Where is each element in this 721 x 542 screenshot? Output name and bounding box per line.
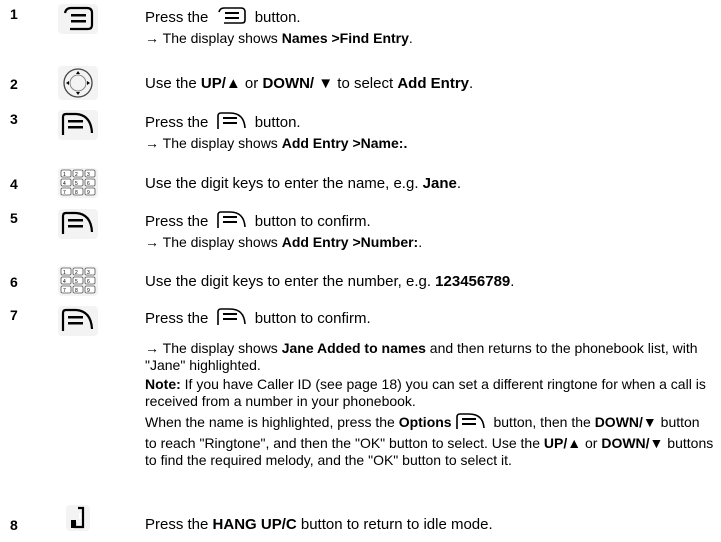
instruction-text: or [240, 75, 263, 92]
menu-button-icon [58, 4, 98, 34]
step-number: 8 [10, 517, 18, 533]
svg-text:7: 7 [63, 288, 66, 294]
left-softkey-icon [58, 306, 98, 336]
svg-text:2: 2 [75, 270, 78, 276]
result-text: → The display shows [145, 234, 282, 250]
instruction-text: Use the [145, 75, 201, 92]
svg-text:3: 3 [87, 270, 90, 276]
instruction-text: Press the [145, 516, 213, 533]
svg-text:3: 3 [87, 172, 90, 178]
ringtone-text: When the name is highlighted, press the [145, 414, 399, 430]
step-text: Press the button. → The display shows Na… [145, 6, 715, 46]
ringtone-text: button, then the [489, 414, 595, 430]
instruction-text: button. [254, 9, 301, 26]
step-number: 1 [10, 6, 18, 22]
ringtone-paragraph: When the name is highlighted, press the … [145, 412, 715, 469]
result-paragraph: → The display shows Jane Added to names … [145, 340, 715, 374]
instruction-text: button to confirm. [254, 310, 371, 327]
svg-text:4: 4 [63, 181, 66, 187]
step-number: 7 [10, 307, 18, 323]
instruction-text: Press the [145, 114, 209, 131]
punctuation: . [418, 234, 423, 250]
example-number: 123456789 [435, 273, 511, 290]
hang-up-key-label: HANG UP/C [212, 516, 297, 533]
instruction-text: button to return to idle mode. [296, 516, 493, 533]
instruction-text: Press the [145, 213, 209, 230]
note-paragraph: Note: If you have Caller ID (see page 18… [145, 376, 715, 410]
step-number: 4 [10, 176, 18, 192]
ringtone-text: or [581, 435, 602, 451]
keypad-icon: 1 2 3 4 5 6 7 8 9 [58, 168, 98, 198]
keypad-icon: 1 2 3 4 5 6 7 8 9 [58, 266, 98, 296]
step-text: Use the UP/▲ or DOWN/ ▼ to select Add En… [145, 76, 715, 92]
note-label: Note: [145, 376, 181, 392]
note-text: If you have Caller ID (see page 18) you … [145, 376, 706, 409]
instruction-text: Use the digit keys to enter the number, … [145, 273, 436, 290]
instruction-text: button to confirm. [254, 213, 371, 230]
left-softkey-icon [216, 111, 248, 135]
left-softkey-icon [58, 110, 98, 140]
instruction-text: to select [333, 75, 398, 92]
down-key-label: DOWN/ [262, 75, 315, 92]
up-key-label: UP/ [200, 75, 226, 92]
left-softkey-icon [58, 209, 98, 239]
instruction-text: button. [254, 114, 301, 131]
down-key-label: DOWN/▼ [594, 414, 657, 430]
step-text: Press the button to confirm. → The displ… [145, 307, 715, 469]
svg-text:6: 6 [87, 181, 90, 187]
svg-text:5: 5 [75, 181, 78, 187]
display-text: Add Entry >Number: [281, 234, 419, 250]
svg-text:2: 2 [75, 172, 78, 178]
svg-text:7: 7 [63, 190, 66, 196]
svg-text:9: 9 [87, 190, 90, 196]
step-text: Use the digit keys to enter the number, … [145, 274, 715, 290]
up-key-label: UP/▲ [543, 435, 582, 451]
left-softkey-icon [216, 307, 248, 331]
result-text: → The display shows [145, 135, 282, 151]
svg-text:1: 1 [63, 270, 66, 276]
step-text: Press the HANG UP/C button to return to … [145, 517, 715, 533]
punctuation: . [469, 75, 474, 92]
menu-option: Add Entry [397, 75, 469, 92]
options-label: Options [398, 414, 452, 430]
step-text: Press the button to confirm. → The displ… [145, 210, 715, 250]
svg-text:1: 1 [63, 172, 66, 178]
step-text: Press the button. → The display shows Ad… [145, 111, 715, 151]
instruction-text: Press the [145, 9, 209, 26]
menu-button-icon [216, 6, 248, 30]
up-arrow: ▲ [225, 75, 241, 92]
result-text: → The display shows [145, 30, 282, 46]
svg-text:8: 8 [75, 190, 78, 196]
step-number: 5 [10, 210, 18, 226]
step-number: 2 [10, 76, 18, 92]
step-number: 6 [10, 274, 18, 290]
hang-up-handset-icon [66, 505, 90, 531]
display-text: Jane Added to names [281, 340, 426, 356]
example-name: Jane [422, 175, 457, 192]
down-key-label: DOWN/▼ [601, 435, 664, 451]
display-text: Add Entry >Name:. [281, 135, 408, 151]
options-softkey-icon [455, 412, 487, 435]
svg-text:4: 4 [63, 279, 66, 285]
navigation-key-icon [58, 66, 98, 100]
instruction-text: Use the digit keys to enter the name, e.… [145, 175, 423, 192]
display-text: Names >Find Entry [281, 30, 409, 46]
step-number: 3 [10, 111, 18, 127]
svg-text:6: 6 [87, 279, 90, 285]
svg-text:9: 9 [87, 288, 90, 294]
left-softkey-icon [216, 210, 248, 234]
down-arrow: ▼ [314, 75, 334, 92]
punctuation: . [510, 273, 515, 290]
step-text: Use the digit keys to enter the name, e.… [145, 176, 715, 192]
svg-text:8: 8 [75, 288, 78, 294]
punctuation: . [408, 30, 413, 46]
punctuation: . [456, 175, 462, 192]
svg-text:5: 5 [75, 279, 78, 285]
instruction-text: Press the [145, 310, 209, 327]
result-text: → The display shows [145, 340, 282, 356]
